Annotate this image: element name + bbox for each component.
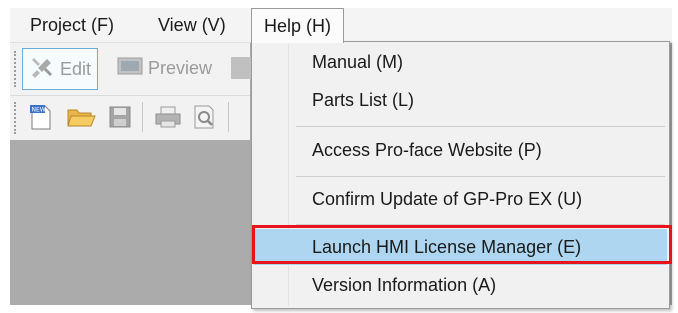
menu-item-manual[interactable]: Manual (M) xyxy=(254,44,667,80)
help-dropdown-menu: Manual (M) Parts List (L) Access Pro-fac… xyxy=(251,41,670,309)
menu-item-access-website[interactable]: Access Pro-face Website (P) xyxy=(254,132,667,168)
toolbar-separator xyxy=(228,102,229,132)
menu-separator xyxy=(296,126,665,127)
menu-view[interactable]: View (V) xyxy=(150,8,234,42)
toolbar-grip[interactable] xyxy=(14,102,19,134)
save-icon[interactable] xyxy=(108,105,132,134)
print-preview-icon[interactable] xyxy=(192,104,218,135)
menu-bar: Project (F) View (V) Help (H) xyxy=(10,8,672,43)
print-icon[interactable] xyxy=(154,105,182,134)
toolbar-edit-mode: Edit Preview xyxy=(10,43,251,96)
toolbar-file: NEW xyxy=(10,96,250,140)
edit-icon xyxy=(29,55,55,84)
open-folder-icon[interactable] xyxy=(66,105,96,134)
menu-separator xyxy=(296,176,665,177)
edit-label: Edit xyxy=(60,58,92,79)
edit-button[interactable]: Edit xyxy=(22,48,99,90)
toolbar-overflow-icon[interactable] xyxy=(231,57,251,79)
menu-project[interactable]: Project (F) xyxy=(22,8,122,42)
preview-button[interactable]: Preview xyxy=(113,48,216,88)
highlight-callout-box xyxy=(252,225,672,264)
svg-text:NEW: NEW xyxy=(32,107,46,114)
menu-item-confirm-update[interactable]: Confirm Update of GP-Pro EX (U) xyxy=(254,181,667,217)
toolbar-grip[interactable] xyxy=(14,51,19,87)
preview-icon xyxy=(117,56,143,81)
menu-item-parts-list[interactable]: Parts List (L) xyxy=(254,82,667,118)
toolbar-separator xyxy=(142,102,143,132)
menu-help[interactable]: Help (H) xyxy=(251,8,345,43)
new-project-icon[interactable]: NEW xyxy=(28,103,54,136)
preview-label: Preview xyxy=(148,57,213,78)
menu-item-version-information[interactable]: Version Information (A) xyxy=(254,267,667,303)
